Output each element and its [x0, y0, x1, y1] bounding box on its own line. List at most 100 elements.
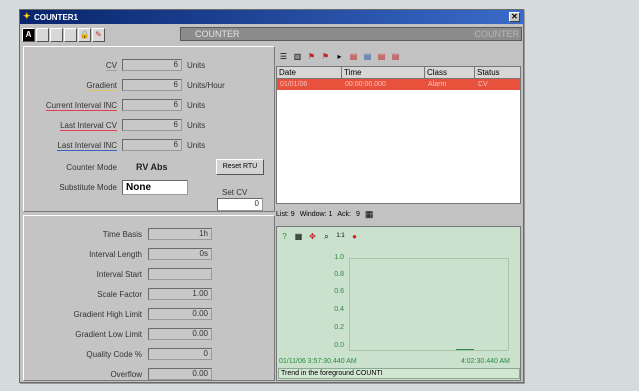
current-interval-inc-label: Current Interval INC [45, 101, 117, 111]
last-interval-inc-field: 6 [122, 139, 182, 151]
overflow-field: 0.00 [148, 368, 212, 380]
gradient-low-limit-label: Gradient Low Limit [75, 330, 142, 339]
filter-icon[interactable]: ▤ [348, 51, 359, 62]
counter-mode-label: Counter Mode [66, 163, 117, 172]
set-cv-input[interactable]: 0 [217, 198, 263, 211]
chart-icon[interactable]: ▦ [293, 231, 304, 242]
date-header[interactable]: Date [277, 67, 342, 79]
ack-flag-icon[interactable]: ⚑ [306, 51, 317, 62]
reset-zoom-icon[interactable]: 1:1 [335, 231, 346, 242]
last-interval-cv-unit: Units [187, 121, 206, 130]
class-header[interactable]: Class [425, 67, 475, 79]
time-basis-field: 1h [148, 228, 212, 240]
title-bar[interactable]: ✦ COUNTER1 ✕ [20, 10, 523, 24]
trend-end-time: 4:02:30.440 AM [460, 358, 510, 365]
gradient-label: Gradient [86, 81, 117, 91]
reset-rtu-button[interactable]: Reset RTU [216, 159, 264, 175]
object-name-bar: COUNTER COUNTER [180, 27, 522, 41]
trend-line [456, 349, 474, 350]
row-status: CV [478, 81, 488, 88]
last-interval-cv-field: 6 [122, 119, 182, 131]
export-icon[interactable]: ▤ [390, 51, 401, 62]
current-interval-inc-unit: Units [187, 101, 206, 110]
counter-config-panel: Time Basis 1h Interval Length 0s Interva… [23, 215, 275, 381]
interval-start-label: Interval Start [96, 270, 142, 279]
overflow-label: Overflow [110, 370, 142, 379]
object-name-right: COUNTER [474, 29, 520, 39]
alarm-status-bar: List: 9 Window: 1 Ack: 9 ▦ [276, 208, 521, 221]
counter-mode-value: RV Abs [136, 162, 168, 172]
alarm-toolbar: ☰ ▥ ⚑ ⚑ ▸ ▤ ▤ ▤ ▤ [278, 49, 404, 63]
status-header[interactable]: Status [475, 67, 520, 79]
columns-icon[interactable]: ▥ [292, 51, 303, 62]
window-title: COUNTER1 [34, 12, 79, 22]
play-icon[interactable]: ▸ [334, 51, 345, 62]
trend-status-bar: Trend in the foreground COUNTI [278, 368, 520, 379]
table-row[interactable]: 01/01/06 00:00:00.000 Alarm CV [277, 79, 520, 90]
trend-plot-area[interactable] [349, 258, 509, 351]
sort-icon[interactable]: ▤ [362, 51, 373, 62]
cv-label: CV [105, 61, 117, 71]
blank-button-2[interactable] [50, 28, 63, 42]
gradient-high-limit-field: 0.00 [148, 308, 212, 320]
trend-start-time: 01/11/06 3:57:30.440 AM [279, 358, 357, 365]
print-icon[interactable]: ▤ [376, 51, 387, 62]
toolbar: A 🔒 ✎ COUNTER COUNTER [22, 26, 522, 44]
object-name-left: COUNTER [195, 29, 240, 39]
substitute-mode-select[interactable]: None [122, 180, 188, 195]
counter-values-panel: CV 6 Units Gradient 6 Units/Hour Current… [23, 46, 275, 212]
row-time: 00:00:00.000 [345, 81, 386, 88]
last-interval-cv-label: Last Interval CV [60, 121, 117, 131]
y-tick-0-4: 0.4 [334, 306, 344, 313]
blank-button-1[interactable] [36, 28, 49, 42]
current-interval-inc-field: 6 [122, 99, 182, 111]
y-tick-0-8: 0.8 [334, 271, 344, 278]
window-count: Window: 1 [299, 211, 333, 218]
interval-start-field [148, 268, 212, 280]
ack-count: 9 [356, 211, 360, 218]
help-icon[interactable]: ? [279, 231, 290, 242]
last-interval-inc-label: Last Interval INC [57, 141, 117, 151]
stop-icon[interactable]: ● [349, 231, 360, 242]
quality-code-label: Quality Code % [86, 350, 142, 359]
last-interval-inc-unit: Units [187, 141, 206, 150]
trend-toolbar: ? ▦ ✥ ⌕ 1:1 ● [279, 229, 363, 243]
blank-button-3[interactable] [64, 28, 77, 42]
trend-panel: ? ▦ ✥ ⌕ 1:1 ● 1.0 0.8 0.6 0.4 0.2 0.0 01… [276, 226, 521, 381]
interval-length-field: 0s [148, 248, 212, 260]
y-tick-0-6: 0.6 [334, 288, 344, 295]
row-class: Alarm [428, 81, 447, 88]
time-header[interactable]: Time [342, 67, 425, 79]
right-panel: ☰ ▥ ⚑ ⚑ ▸ ▤ ▤ ▤ ▤ Date Time Class Status… [276, 46, 522, 382]
gradient-unit: Units/Hour [187, 81, 225, 90]
scale-factor-label: Scale Factor [97, 290, 142, 299]
counter-window: ✦ COUNTER1 ✕ A 🔒 ✎ COUNTER COUNTER CV 6 … [19, 9, 524, 383]
set-cv-label: Set CV [222, 188, 248, 197]
scale-factor-field: 1.00 [148, 288, 212, 300]
row-date: 01/01/06 [280, 81, 308, 88]
gradient-field: 6 [122, 79, 182, 91]
y-tick-0-2: 0.2 [334, 324, 344, 331]
close-button[interactable]: ✕ [509, 12, 520, 22]
y-tick-1-0: 1.0 [334, 254, 344, 261]
gradient-low-limit-field: 0.00 [148, 328, 212, 340]
lock-icon[interactable]: 🔒 [78, 28, 91, 42]
ack-label: Ack: [337, 211, 351, 218]
time-basis-label: Time Basis [102, 230, 142, 239]
grid-icon[interactable]: ▦ [365, 209, 374, 220]
app-icon: ✦ [23, 11, 31, 21]
cv-unit: Units [187, 61, 206, 70]
gradient-high-limit-label: Gradient High Limit [73, 310, 142, 319]
mode-button[interactable]: A [22, 28, 35, 42]
alarm-table: Date Time Class Status 01/01/06 00:00:00… [276, 66, 521, 204]
quality-code-field: 0 [148, 348, 212, 360]
interval-length-label: Interval Length [89, 250, 142, 259]
cv-field: 6 [122, 59, 182, 71]
edit-icon[interactable]: ✎ [92, 28, 105, 42]
y-tick-0-0: 0.0 [334, 342, 344, 349]
list-count: List: 9 [276, 211, 295, 218]
pan-icon[interactable]: ✥ [307, 231, 318, 242]
ack-all-flag-icon[interactable]: ⚑ [320, 51, 331, 62]
zoom-icon[interactable]: ⌕ [321, 231, 332, 242]
list-icon[interactable]: ☰ [278, 51, 289, 62]
